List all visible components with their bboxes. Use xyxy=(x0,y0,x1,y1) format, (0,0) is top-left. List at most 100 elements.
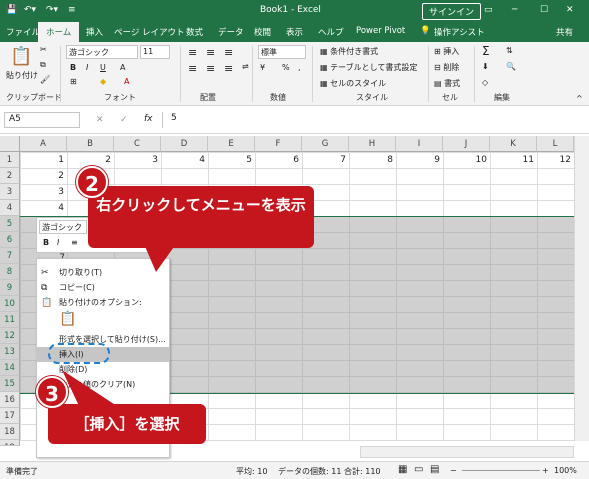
column-header[interactable]: L xyxy=(537,136,574,152)
cell[interactable]: 3 xyxy=(114,152,161,168)
cell-styles-button[interactable]: ▦ セルのスタイル xyxy=(320,78,386,89)
tab-power-pivot[interactable]: Power Pivot xyxy=(356,26,405,36)
vertical-scrollbar[interactable] xyxy=(574,136,589,441)
align-top-icon[interactable]: ≡ xyxy=(188,46,197,59)
tab-home[interactable]: ホーム xyxy=(38,22,80,42)
normal-view-icon[interactable]: ▦ xyxy=(398,464,407,475)
column-header[interactable]: H xyxy=(349,136,396,152)
mini-bold-button[interactable]: B xyxy=(43,238,49,247)
cell[interactable]: 5 xyxy=(208,152,255,168)
column-header[interactable]: C xyxy=(114,136,161,152)
mini-font-select[interactable]: 游ゴシック xyxy=(39,220,87,234)
row-header[interactable]: 1 xyxy=(0,152,20,168)
mini-align-icon[interactable]: ≡ xyxy=(71,238,78,247)
row-header[interactable]: 10 xyxy=(0,296,20,312)
column-header[interactable]: J xyxy=(443,136,490,152)
cell[interactable]: 12 xyxy=(537,152,574,168)
signin-button[interactable]: サインイン xyxy=(422,3,482,20)
cell[interactable]: 6 xyxy=(255,152,302,168)
align-middle-icon[interactable]: ≡ xyxy=(206,46,215,59)
row-header[interactable]: 3 xyxy=(0,184,20,200)
format-painter-icon[interactable]: 🖌 xyxy=(40,75,50,84)
cell[interactable]: 3 xyxy=(20,184,67,200)
fill-icon[interactable]: ⬇ xyxy=(482,62,489,71)
zoom-slider[interactable] xyxy=(462,470,540,471)
row-header[interactable]: 2 xyxy=(0,168,20,184)
font-size-select[interactable]: 11 xyxy=(140,45,170,59)
cell[interactable]: 9 xyxy=(396,152,443,168)
name-box[interactable]: A5 xyxy=(4,112,80,128)
fx-button[interactable]: fx xyxy=(144,114,153,124)
cut-icon[interactable]: ✂ xyxy=(40,45,47,54)
currency-icon[interactable]: ¥ xyxy=(260,63,265,72)
cell[interactable]: 8 xyxy=(349,152,396,168)
align-right-icon[interactable]: ≡ xyxy=(224,62,233,75)
menu-item-copy[interactable]: ⧉ コピー(C) xyxy=(37,280,169,295)
italic-button[interactable]: I xyxy=(86,63,88,72)
save-icon[interactable]: 💾 xyxy=(6,5,17,15)
tab-data[interactable]: データ xyxy=(218,26,244,38)
row-header[interactable]: 14 xyxy=(0,360,20,376)
row-header[interactable]: 9 xyxy=(0,280,20,296)
find-select-icon[interactable]: 🔍 xyxy=(506,62,516,71)
font-color-icon[interactable]: A xyxy=(120,63,125,72)
column-header[interactable]: F xyxy=(255,136,302,152)
zoom-level[interactable]: 100% xyxy=(554,466,577,475)
row-header[interactable]: 18 xyxy=(0,424,20,440)
minimize-icon[interactable]: ─ xyxy=(512,5,517,15)
cell[interactable]: 10 xyxy=(443,152,490,168)
tab-view[interactable]: 表示 xyxy=(286,26,303,38)
column-header[interactable]: E xyxy=(208,136,255,152)
column-header[interactable]: D xyxy=(161,136,208,152)
row-header[interactable]: 6 xyxy=(0,232,20,248)
cell[interactable]: 7 xyxy=(302,152,349,168)
column-header[interactable]: A xyxy=(20,136,67,152)
undo-icon[interactable]: ↶▾ xyxy=(24,5,36,15)
tab-review[interactable]: 校閲 xyxy=(254,26,271,38)
font-name-select[interactable]: 游ゴシック xyxy=(66,45,138,59)
cell[interactable]: 4 xyxy=(161,152,208,168)
conditional-format-button[interactable]: ▦ 条件付き書式 xyxy=(320,46,378,57)
zoom-in-icon[interactable]: + xyxy=(542,466,549,475)
customize-qat-icon[interactable]: ≡ xyxy=(68,5,76,15)
column-header[interactable]: K xyxy=(490,136,537,152)
autosum-icon[interactable]: Σ xyxy=(482,44,490,58)
insert-cells-button[interactable]: ⊞ 挿入 xyxy=(434,46,459,57)
row-header[interactable]: 12 xyxy=(0,328,20,344)
column-header[interactable]: I xyxy=(396,136,443,152)
page-layout-view-icon[interactable]: ▭ xyxy=(414,464,423,475)
fill-color-icon[interactable]: ◆ xyxy=(100,77,106,86)
align-bottom-icon[interactable]: ≡ xyxy=(224,46,233,59)
enter-icon[interactable]: ✓ xyxy=(120,115,128,125)
wrap-text-icon[interactable]: ⇌ xyxy=(242,62,249,71)
format-cells-button[interactable]: ▤ 書式 xyxy=(434,78,460,89)
horizontal-scrollbar[interactable] xyxy=(360,446,574,458)
row-header[interactable]: 13 xyxy=(0,344,20,360)
paste-option-icon[interactable]: 📋 xyxy=(37,312,169,330)
cell[interactable]: 4 xyxy=(20,200,67,216)
row-header[interactable]: 5 xyxy=(0,216,20,232)
font-color-button[interactable]: A xyxy=(124,77,129,86)
bold-button[interactable]: B xyxy=(70,63,76,72)
row-header[interactable]: 4 xyxy=(0,200,20,216)
collapse-ribbon-icon[interactable]: ^ xyxy=(576,94,583,103)
maximize-icon[interactable]: ☐ xyxy=(540,5,548,15)
percent-icon[interactable]: % xyxy=(282,63,290,72)
formula-input[interactable]: 5 xyxy=(162,112,578,128)
redo-icon[interactable]: ↷▾ xyxy=(46,5,58,15)
cell[interactable]: 2 xyxy=(20,168,67,184)
align-center-icon[interactable]: ≡ xyxy=(206,62,215,75)
delete-cells-button[interactable]: ⊟ 削除 xyxy=(434,62,459,73)
paste-icon[interactable]: 📋 xyxy=(10,46,32,67)
comma-icon[interactable]: , xyxy=(298,63,301,72)
row-header[interactable]: 8 xyxy=(0,264,20,280)
number-format-select[interactable]: 標準 xyxy=(258,45,306,59)
paste-button[interactable]: 貼り付け xyxy=(6,70,38,81)
copy-icon[interactable]: ⧉ xyxy=(40,60,46,70)
cancel-icon[interactable]: ✕ xyxy=(96,115,104,125)
select-all-corner[interactable] xyxy=(0,136,20,152)
row-header[interactable]: 7 xyxy=(0,248,20,264)
tab-page-layout[interactable]: ページ レイアウト xyxy=(114,26,185,38)
tab-help[interactable]: ヘルプ xyxy=(318,26,344,38)
zoom-out-icon[interactable]: − xyxy=(450,466,457,475)
